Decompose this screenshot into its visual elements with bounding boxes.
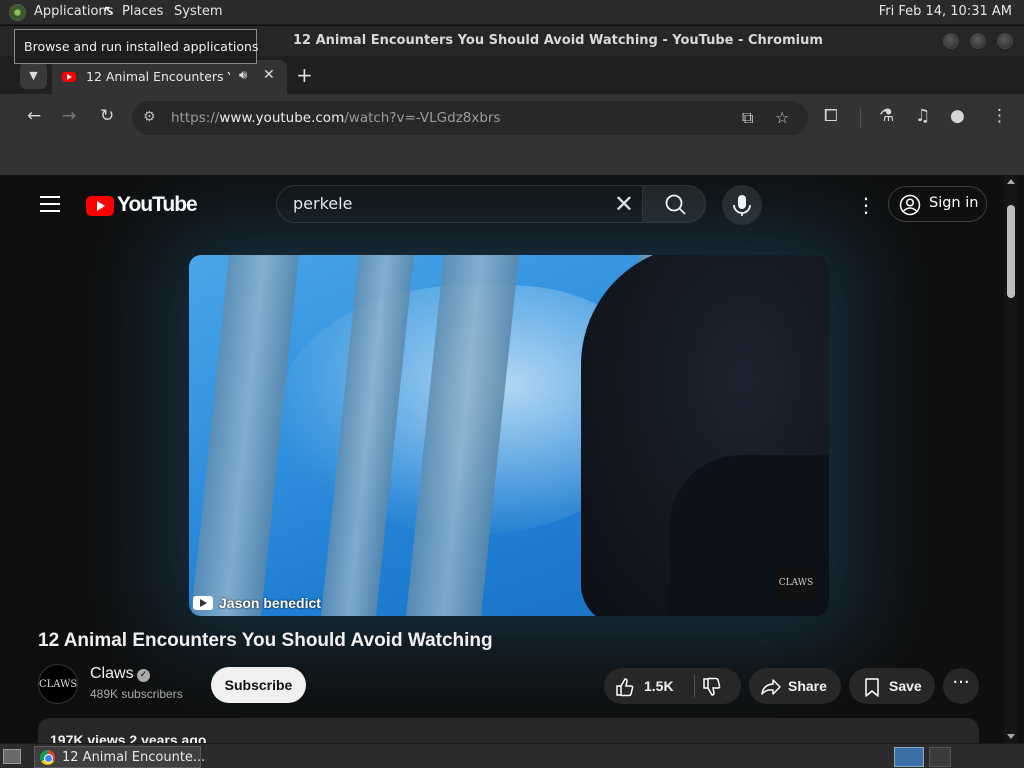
like-dislike-group: 1.5K xyxy=(604,668,741,704)
tab-search-button[interactable]: ▼ xyxy=(20,62,47,89)
guide-menu-icon[interactable] xyxy=(40,196,60,212)
like-divider xyxy=(694,675,695,697)
profile-icon[interactable]: ● xyxy=(950,106,965,126)
description-box[interactable]: 197K views 2 years ago xyxy=(38,718,979,743)
settings-menu-icon[interactable]: ⋮ xyxy=(856,193,876,217)
system-menu[interactable]: System xyxy=(174,4,222,19)
bookmark-star-icon[interactable]: ☆ xyxy=(775,108,789,127)
applications-tooltip: Browse and run installed applications xyxy=(14,29,258,64)
speaker-icon[interactable]: 🔊︎ xyxy=(239,68,247,83)
window-title: 12 Animal Encounters You Should Avoid Wa… xyxy=(293,33,823,48)
extensions-icon[interactable]: ⧠ xyxy=(824,106,838,126)
browser-toolbar: ← → ↻ ⚙︎ https://www.youtube.com/watch?v… xyxy=(0,94,1024,141)
workspace-switcher-1[interactable] xyxy=(894,747,924,767)
channel-name[interactable]: Claws xyxy=(90,665,134,683)
verified-badge-icon: ✓ xyxy=(137,669,150,682)
applications-menu[interactable]: Applications xyxy=(34,4,113,19)
close-window-button[interactable] xyxy=(997,33,1013,49)
save-button[interactable]: Save xyxy=(849,668,935,704)
new-tab-button[interactable]: + xyxy=(296,63,313,87)
install-app-icon[interactable]: ⧉ xyxy=(742,108,753,128)
labs-flask-icon[interactable]: ⚗︎ xyxy=(879,106,894,126)
youtube-wordmark: YouTube xyxy=(117,193,198,216)
youtube-page: YouTube perkele ✕ ⋮ Sign in Jason benedi… xyxy=(14,175,1018,743)
subscriber-count: 489K subscribers xyxy=(90,687,183,701)
show-desktop-icon[interactable] xyxy=(3,749,21,764)
url-text[interactable]: https://www.youtube.com/watch?v=-VLGdz8x… xyxy=(171,110,501,126)
minimize-button[interactable] xyxy=(943,33,959,49)
clear-search-icon[interactable]: ✕ xyxy=(614,190,634,218)
channel-avatar[interactable]: CLAWS xyxy=(38,664,78,704)
taskbar-window-label: 12 Animal Encounte... xyxy=(62,750,206,765)
share-label: Share xyxy=(788,678,827,694)
sign-in-button[interactable]: Sign in xyxy=(888,186,987,222)
subscribe-button[interactable]: Subscribe xyxy=(211,667,306,703)
account-circle-icon xyxy=(899,194,921,216)
maximize-button[interactable] xyxy=(970,33,986,49)
reload-icon[interactable]: ↻ xyxy=(100,106,114,126)
video-watermark: Jason benedict xyxy=(193,595,321,611)
scroll-up-icon[interactable] xyxy=(1007,179,1015,184)
video-meta: 197K views 2 years ago xyxy=(50,732,207,743)
channel-watermark-badge: CLAWS xyxy=(778,567,814,599)
close-tab-icon[interactable]: ✕ xyxy=(263,67,275,83)
youtube-small-icon xyxy=(193,596,213,610)
mouse-cursor-icon: ↖ xyxy=(103,3,115,19)
workspace-switcher-2[interactable] xyxy=(929,747,951,767)
top-panel: Applications Places System ↖ Fri Feb 14,… xyxy=(0,0,1024,25)
scrollbar-thumb[interactable] xyxy=(1007,205,1015,298)
distro-logo-icon[interactable] xyxy=(9,4,26,21)
address-bar[interactable]: ⚙︎ https://www.youtube.com/watch?v=-VLGd… xyxy=(132,101,808,135)
share-icon xyxy=(761,679,781,695)
toolbar-divider xyxy=(860,108,861,128)
places-menu[interactable]: Places xyxy=(122,4,163,19)
video-player[interactable]: Jason benedict CLAWS xyxy=(189,255,829,616)
scroll-down-icon[interactable] xyxy=(1007,734,1015,739)
page-scrollbar[interactable] xyxy=(1004,175,1018,743)
bookmark-save-icon xyxy=(865,678,879,697)
search-input[interactable]: perkele ✕ xyxy=(276,185,642,223)
thumbs-up-icon[interactable] xyxy=(614,676,636,698)
search-value: perkele xyxy=(293,194,353,213)
voice-search-button[interactable] xyxy=(722,185,762,225)
search-icon xyxy=(665,194,686,215)
youtube-play-icon xyxy=(86,196,114,216)
like-count[interactable]: 1.5K xyxy=(644,678,674,694)
video-title: 12 Animal Encounters You Should Avoid Wa… xyxy=(38,630,493,651)
microphone-icon xyxy=(733,195,751,216)
more-actions-icon[interactable]: ··· xyxy=(943,668,979,704)
share-button[interactable]: Share xyxy=(749,668,841,704)
sign-in-label: Sign in xyxy=(929,195,979,211)
search-button[interactable] xyxy=(642,185,706,223)
back-icon[interactable]: ← xyxy=(27,106,41,126)
bottom-taskbar: 12 Animal Encounte... xyxy=(0,743,1024,768)
forward-icon[interactable]: → xyxy=(62,106,76,126)
save-label: Save xyxy=(889,678,922,694)
tab-youtube[interactable]: 12 Animal Encounters You Should Avoid Wa… xyxy=(52,60,287,94)
tab-label: 12 Animal Encounters You Should Avoid Wa… xyxy=(86,69,230,84)
clock[interactable]: Fri Feb 14, 10:31 AM xyxy=(879,4,1012,19)
youtube-favicon-icon xyxy=(62,72,76,82)
thumbs-down-icon[interactable] xyxy=(701,676,723,698)
infobar-area xyxy=(0,141,1024,175)
media-controls-icon[interactable]: ♫ xyxy=(915,106,930,126)
chromium-icon xyxy=(40,750,55,765)
site-info-icon[interactable]: ⚙︎ xyxy=(143,109,156,125)
chrome-menu-icon[interactable]: ⋮ xyxy=(991,106,1008,126)
taskbar-window-chromium[interactable]: 12 Animal Encounte... xyxy=(34,746,205,768)
